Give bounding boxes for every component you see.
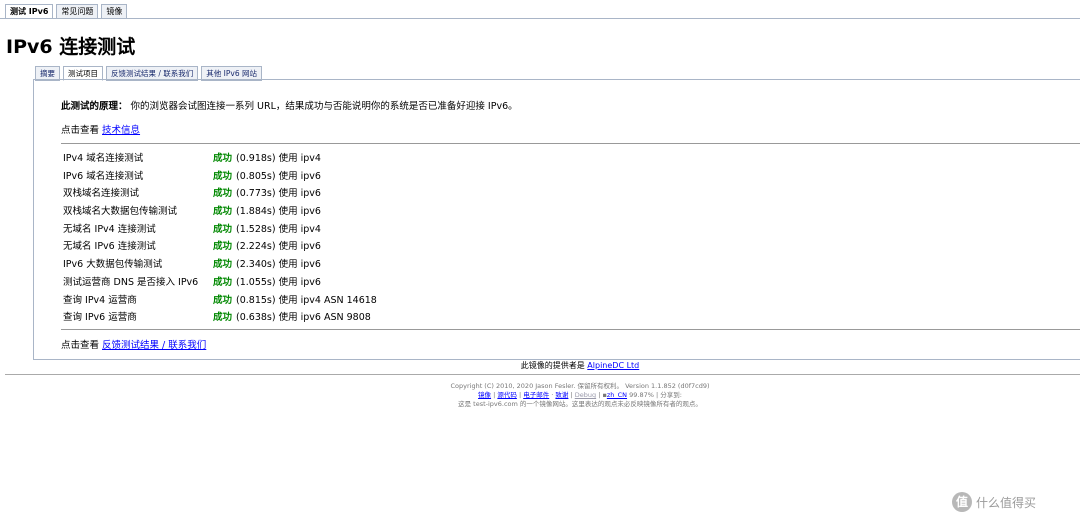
result-row: 无域名 IPv6 连接测试 成功 (2.224s) 使用 ipv6 [63, 238, 377, 256]
result-row: IPv6 大数据包传输测试 成功 (2.340s) 使用 ipv6 [63, 256, 377, 274]
result-status: 成功 [213, 259, 233, 271]
result-detail: (0.638s) 使用 ipv6 ASN 9808 [236, 312, 371, 324]
provider-link[interactable]: AlpineDC Ltd [587, 361, 639, 370]
footer-link-credits[interactable]: 致谢 [555, 391, 568, 399]
result-name: 双栈域名连接测试 [63, 188, 140, 200]
tab-divider [0, 18, 1080, 19]
page-title: IPv6 连接测试 [6, 36, 136, 58]
result-name: 无域名 IPv4 连接测试 [63, 223, 156, 235]
result-detail: (0.918s) 使用 ipv4 [236, 153, 321, 164]
watermark: 值 什么值得买 [952, 492, 1036, 512]
result-row: 双栈域名大数据包传输测试 成功 (1.884s) 使用 ipv6 [63, 203, 377, 221]
footer: Copyright (C) 2010, 2020 Jason Fesler. 保… [0, 382, 1080, 409]
tab-faq[interactable]: 常见问题 [56, 4, 99, 19]
principle-text: 此测试的原理： 你的浏览器会试图连接一系列 URL，结果成功与否能说明你的系统是… [61, 98, 518, 112]
result-row: 测试运营商 DNS 是否接入 IPv6 成功 (1.055s) 使用 ipv6 [63, 274, 377, 292]
tab-test-ipv6[interactable]: 测试 IPv6 [5, 4, 54, 19]
result-detail: (2.340s) 使用 ipv6 [236, 259, 321, 271]
footer-link-source[interactable]: 源代码 [497, 391, 517, 399]
result-detail: (1.528s) 使用 ipv4 [236, 223, 321, 235]
result-detail: (1.055s) 使用 ipv6 [236, 276, 321, 288]
result-status: 成功 [213, 153, 233, 164]
result-name: 查询 IPv6 运营商 [63, 312, 137, 324]
result-name: IPv6 域名连接测试 [63, 170, 144, 182]
result-name: 双栈域名大数据包传输测试 [63, 206, 178, 218]
feedback-link[interactable]: 反馈测试结果 / 联系我们 [102, 340, 206, 351]
result-name: 无域名 IPv6 连接测试 [63, 241, 156, 253]
provider-prefix: 此镜像的提供者是 [520, 361, 588, 370]
footer-link-email[interactable]: 电子邮件 [523, 391, 549, 399]
result-status: 成功 [213, 312, 233, 324]
result-status: 成功 [213, 206, 233, 218]
result-row: 查询 IPv4 运营商 成功 (0.815s) 使用 ipv4 ASN 14618 [63, 292, 377, 310]
result-detail: (0.815s) 使用 ipv4 ASN 14618 [236, 294, 377, 306]
copyright-text: Copyright (C) 2010, 2020 Jason Fesler. 保… [450, 382, 710, 390]
feedback-prefix: 点击查看 [61, 340, 103, 351]
result-detail: (0.805s) 使用 ipv6 [236, 170, 321, 182]
result-row: 无域名 IPv4 连接测试 成功 (1.528s) 使用 ipv4 [63, 221, 377, 239]
tab-mirrors[interactable]: 镜像 [101, 4, 128, 19]
result-status: 成功 [213, 170, 233, 182]
result-row: 查询 IPv6 运营商 成功 (0.638s) 使用 ipv6 ASN 9808 [63, 309, 377, 327]
result-detail: (0.773s) 使用 ipv6 [236, 188, 321, 200]
result-status: 成功 [213, 241, 233, 253]
tech-info-line: 点击查看 技术信息 [61, 122, 140, 136]
mirror-provider: 此镜像的提供者是 AlpineDC Ltd [0, 360, 1080, 371]
result-status: 成功 [213, 294, 233, 306]
footer-link-debug[interactable]: Debug [575, 391, 596, 399]
result-row: IPv6 域名连接测试 成功 (0.805s) 使用 ipv6 [63, 168, 377, 186]
divider [61, 329, 1080, 330]
footer-link-mirrors[interactable]: 镜像 [478, 391, 491, 399]
result-status: 成功 [213, 276, 233, 288]
divider [61, 143, 1080, 144]
footer-link-locale[interactable]: zh_CN [607, 391, 627, 399]
disclaimer-text: 这是 test-ipv6.com 的一个镜像网站。这里表达的观点未必反映镜像所有… [458, 400, 702, 408]
result-detail: (2.224s) 使用 ipv6 [236, 241, 321, 253]
footer-divider [5, 374, 1080, 375]
smzdm-logo-icon: 值 [952, 492, 972, 512]
tech-info-link[interactable]: 技术信息 [102, 125, 140, 136]
result-name: IPv4 域名连接测试 [63, 153, 144, 164]
principle-body: 你的浏览器会试图连接一系列 URL，结果成功与否能说明你的系统是否已准备好迎接 … [127, 101, 518, 112]
result-status: 成功 [213, 223, 233, 235]
tech-info-prefix: 点击查看 [61, 125, 103, 136]
feedback-line: 点击查看 反馈测试结果 / 联系我们 [61, 337, 206, 351]
share-label: 分享到: [660, 391, 682, 399]
result-row: 双栈域名连接测试 成功 (0.773s) 使用 ipv6 [63, 185, 377, 203]
footer-links: 镜像 | 源代码 | 电子邮件 · 致谢 | Debug | ▪zh_CN 99… [478, 391, 682, 399]
result-detail: (1.884s) 使用 ipv6 [236, 206, 321, 218]
results-list: IPv4 域名连接测试 成功 (0.918s) 使用 ipv4 IPv6 域名连接测… [63, 150, 377, 327]
watermark-text: 什么值得买 [976, 495, 1037, 510]
result-name: 测试运营商 DNS 是否接入 IPv6 [63, 276, 199, 288]
principle-label: 此测试的原理： [61, 101, 128, 112]
result-name: 查询 IPv4 运营商 [63, 294, 137, 306]
locale-percent: 99.87% [629, 391, 654, 399]
result-name: IPv6 大数据包传输测试 [63, 259, 163, 271]
result-row: IPv4 域名连接测试 成功 (0.918s) 使用 ipv4 [63, 150, 377, 168]
top-tab-bar: 测试 IPv6 常见问题 镜像 [5, 4, 128, 19]
result-status: 成功 [213, 188, 233, 200]
